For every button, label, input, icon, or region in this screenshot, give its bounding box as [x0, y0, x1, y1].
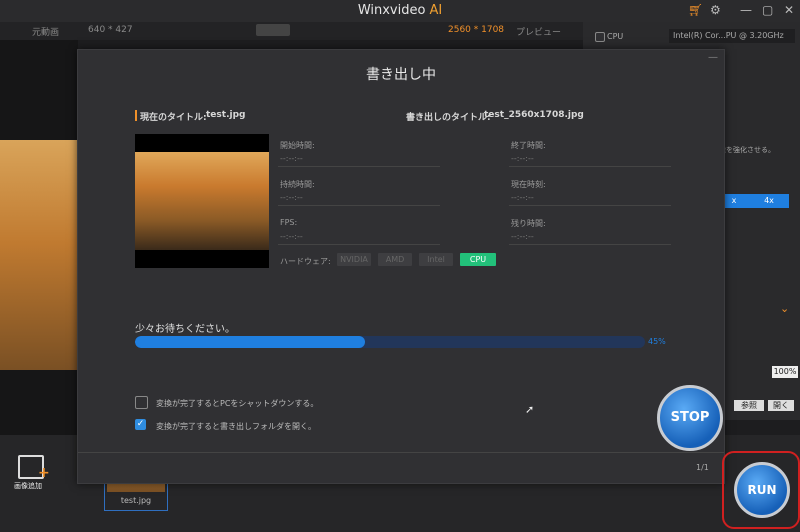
- source-preview: [0, 40, 78, 435]
- cpu-select[interactable]: Intel(R) Cor...PU @ 3.20GHz: [669, 29, 795, 43]
- cpu-checkbox[interactable]: [595, 32, 605, 42]
- divider: [278, 166, 440, 167]
- open-folder-option-label: 変換が完了すると書き出しフォルダを開く。: [156, 422, 316, 431]
- start-time-label: 開始時間:: [280, 141, 315, 150]
- hw-intel: Intel: [419, 253, 453, 266]
- cpu-label: CPU: [607, 32, 624, 41]
- preview-toolbar: 元動画 640 * 427 2560 * 1708 プレビュー: [0, 22, 583, 40]
- scale-4x-button[interactable]: 4x: [749, 194, 789, 208]
- cart-icon[interactable]: 🛒︎: [688, 3, 703, 17]
- shutdown-checkbox[interactable]: [135, 396, 148, 409]
- elapsed-label: 持続時間:: [280, 180, 315, 189]
- run-button[interactable]: RUN: [734, 462, 790, 518]
- current-time-label: 現在時刻:: [511, 180, 546, 189]
- title-marker: [135, 110, 137, 121]
- end-time-label: 終了時間:: [511, 141, 546, 150]
- progress-fill: [135, 336, 365, 348]
- title-bar: Winxvideo AI 🛒︎ ⚙ — ▢ ✕: [0, 0, 800, 22]
- close-icon[interactable]: ✕: [784, 3, 794, 17]
- view-toggle[interactable]: [256, 24, 290, 36]
- current-title-value: test.jpg: [206, 110, 246, 120]
- output-panel: ⌄ 100% 参照 開く: [724, 290, 800, 420]
- tab-source[interactable]: 元動画: [32, 25, 59, 38]
- divider: [509, 166, 671, 167]
- preview-image: [0, 140, 78, 370]
- app-title: Winxvideo AI: [357, 3, 443, 18]
- elapsed-value: --:--:--: [280, 193, 303, 202]
- browse-button[interactable]: 参照: [734, 400, 764, 411]
- tab-preview[interactable]: プレビュー: [516, 25, 561, 38]
- plus-icon: +: [38, 465, 50, 481]
- hw-cpu: CPU: [460, 253, 496, 266]
- shutdown-option-label: 変換が完了するとPCをシャットダウンする。: [156, 399, 319, 408]
- progress-bar: [135, 336, 645, 348]
- mouse-cursor-icon: ➚: [525, 403, 535, 416]
- output-thumbnail: [135, 134, 269, 268]
- gear-icon[interactable]: ⚙: [710, 3, 721, 17]
- add-image-button[interactable]: + 画像追加: [14, 453, 54, 490]
- hw-nvidia: NVIDIA: [337, 253, 371, 266]
- progress-percent: 45%: [648, 337, 666, 346]
- end-time-value: --:--:--: [511, 154, 534, 163]
- current-time-value: --:--:--: [511, 193, 534, 202]
- remaining-label: 残り時間:: [511, 219, 546, 228]
- maximize-icon[interactable]: ▢: [762, 3, 773, 17]
- source-resolution: 640 * 427: [88, 25, 133, 35]
- divider: [509, 244, 671, 245]
- chevron-down-icon[interactable]: ⌄: [780, 302, 789, 315]
- thumbnail-photo: [135, 152, 269, 250]
- minimize-icon[interactable]: —: [740, 3, 752, 17]
- export-dialog: — 書き出し中 現在のタイトル: test.jpg 書き出しのタイトル: tes…: [77, 49, 725, 484]
- output-title-value: test_2560x1708.jpg: [484, 110, 584, 120]
- hardware-label: ハードウェア:: [280, 257, 331, 266]
- percent-field[interactable]: 100%: [772, 366, 798, 378]
- fps-label: FPS:: [280, 218, 298, 227]
- divider: [278, 244, 440, 245]
- dialog-title: 書き出し中: [366, 67, 436, 83]
- hw-amd: AMD: [378, 253, 412, 266]
- output-title-label: 書き出しのタイトル:: [406, 113, 491, 123]
- wait-text: 少々お待ちください。: [135, 324, 235, 335]
- output-resolution: 2560 * 1708: [448, 25, 505, 35]
- divider: [278, 205, 440, 206]
- enhance-text: 像を強化させる。: [719, 146, 775, 154]
- remaining-value: --:--:--: [511, 232, 534, 241]
- open-folder-checkbox[interactable]: ✓: [135, 419, 146, 430]
- fps-value: --:--:--: [280, 232, 303, 241]
- start-time-value: --:--:--: [280, 154, 303, 163]
- divider: [509, 205, 671, 206]
- current-title-label: 現在のタイトル:: [140, 113, 207, 123]
- stop-button[interactable]: STOP: [657, 385, 723, 451]
- dialog-minimize-icon[interactable]: —: [708, 52, 718, 63]
- add-image-label: 画像追加: [14, 482, 42, 490]
- divider: [78, 452, 724, 453]
- page-counter: 1/1: [696, 463, 709, 472]
- open-button[interactable]: 開く: [768, 400, 794, 411]
- thumbnail-name: test.jpg: [120, 496, 152, 505]
